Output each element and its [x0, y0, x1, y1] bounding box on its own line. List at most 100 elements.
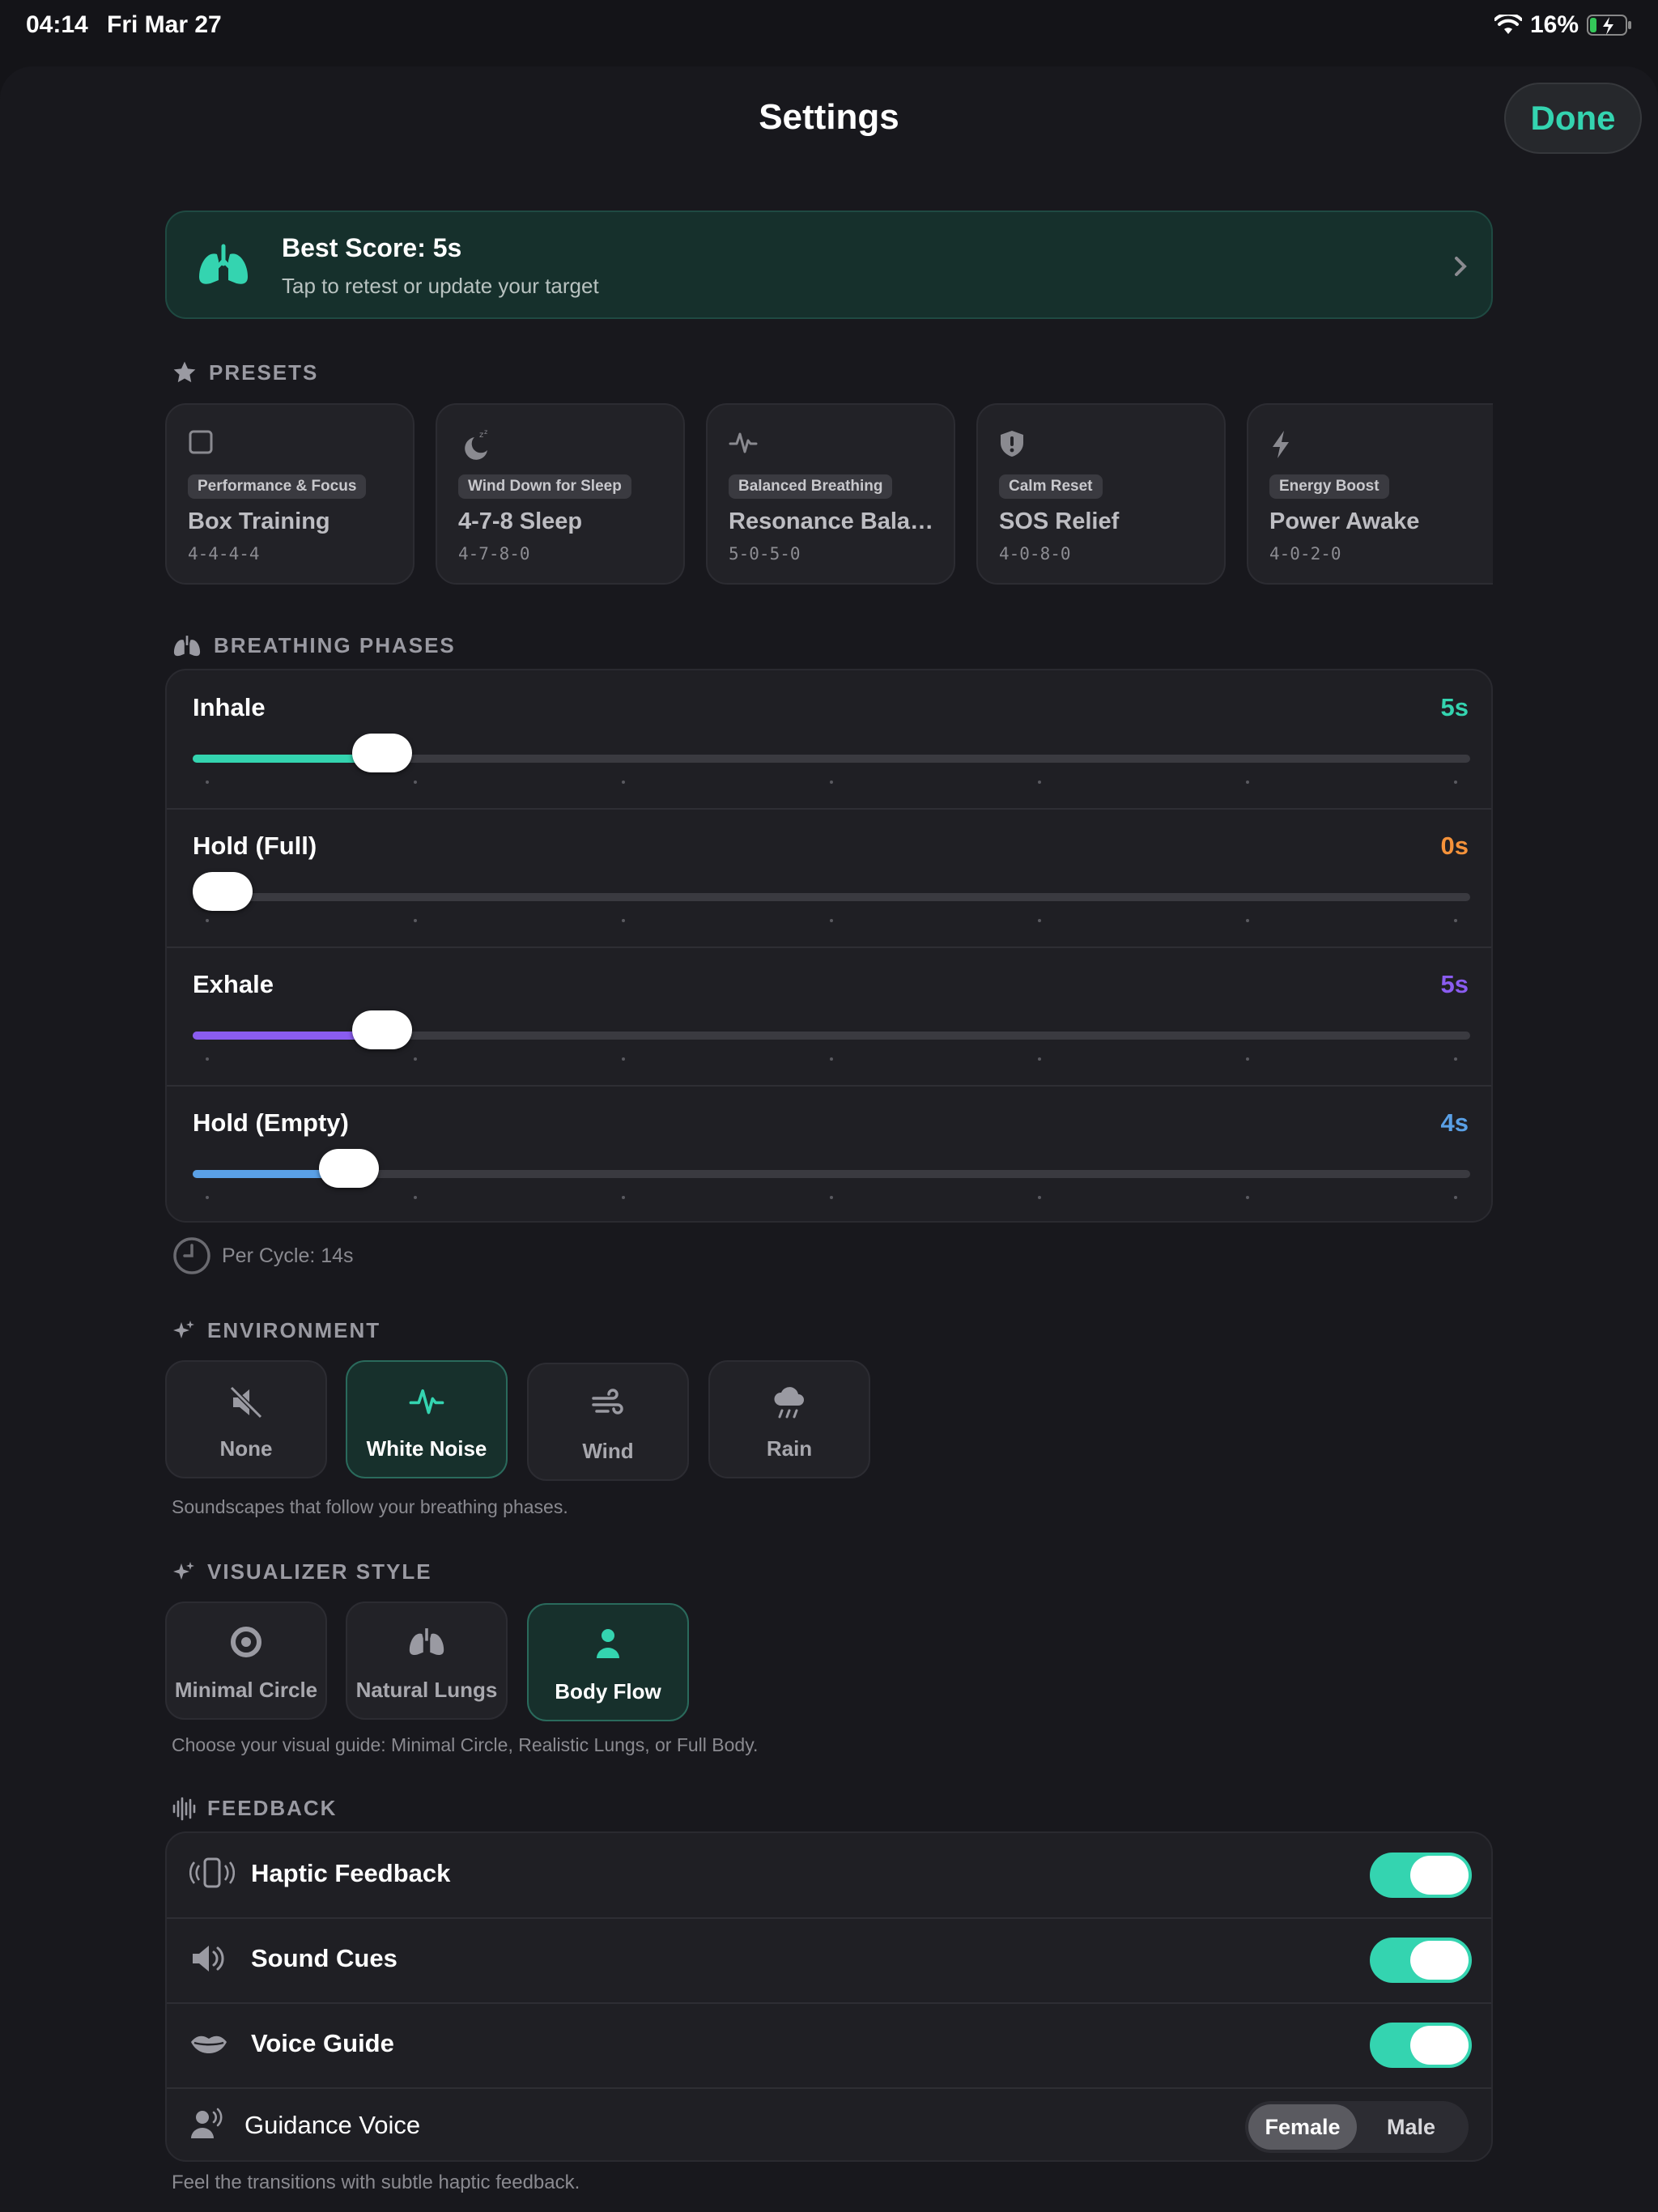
phase-inhale: Inhale 5s	[167, 670, 1491, 808]
slider-thumb[interactable]	[352, 734, 413, 772]
slider-ticks	[193, 1196, 1470, 1201]
slider-tick	[206, 781, 209, 784]
preset-resonance-balance[interactable]: Balanced Breathing Resonance Bala… 5-0-5…	[706, 403, 955, 585]
toggle-knob	[1410, 2026, 1469, 2065]
guidance-voice-segmented-control: Female Male	[1245, 2101, 1469, 2153]
bolt-icon	[1273, 431, 1289, 458]
status-time: 04:14	[26, 11, 88, 38]
preset-name: Power Awake	[1269, 508, 1420, 534]
lungs-icon	[199, 244, 248, 284]
visualizer-hint: Choose your visual guide: Minimal Circle…	[172, 1734, 759, 1755]
wind-icon	[592, 1389, 623, 1414]
exhale-slider[interactable]	[193, 1010, 1470, 1049]
sparkle-icon	[173, 1561, 194, 1580]
guidance-voice-label: Guidance Voice	[244, 2111, 421, 2139]
best-score-banner[interactable]: Best Score: 5s Tap to retest or update y…	[165, 211, 1493, 319]
phone-vibrate-icon	[189, 1857, 235, 1888]
slider-tick	[1038, 1196, 1041, 1199]
preset-pattern: 4-0-2-0	[1269, 544, 1341, 564]
visualizer-heading-label: VISUALIZER STYLE	[207, 1559, 432, 1584]
feedback-heading: FEEDBACK	[172, 1796, 337, 1821]
phase-hold-full: Hold (Full) 0s	[167, 809, 1491, 946]
slider-tick	[622, 919, 625, 922]
env-option-rain[interactable]: Rain	[708, 1360, 870, 1478]
phase-value: 5s	[1440, 970, 1469, 998]
slider-tick	[206, 1057, 209, 1061]
phase-label: Hold (Empty)	[193, 1108, 349, 1137]
slider-tick	[206, 919, 209, 922]
haptic-feedback-toggle[interactable]	[1370, 1853, 1472, 1898]
sound-cues-toggle[interactable]	[1370, 1938, 1472, 1983]
phase-label: Exhale	[193, 970, 274, 998]
preset-box-training[interactable]: Performance & Focus Box Training 4-4-4-4	[165, 403, 414, 585]
visualizer-option-minimal-circle[interactable]: Minimal Circle	[165, 1602, 327, 1720]
presets-heading-label: PRESETS	[209, 359, 319, 385]
presets-heading: PRESETS	[172, 359, 318, 385]
breathing-phases-card: Inhale 5s Hold (Full) 0s Exhale 5s Hold …	[165, 669, 1493, 1223]
voice-guide-row: Voice Guide	[167, 2003, 1491, 2087]
clock-icon	[173, 1237, 210, 1274]
chevron-right-icon	[1455, 257, 1467, 276]
slider-tick	[622, 1057, 625, 1061]
square-icon	[189, 430, 213, 454]
preset-pattern: 4-7-8-0	[458, 544, 530, 564]
lungs-icon	[409, 1628, 444, 1656]
speaker-wave-icon	[193, 1946, 224, 1972]
slider-tick	[1454, 1196, 1457, 1199]
preset-power-awake[interactable]: Energy Boost Power Awake 4-0-2-0	[1247, 403, 1493, 585]
hold-empty-slider[interactable]	[193, 1149, 1470, 1188]
slider-tick	[206, 1196, 209, 1199]
waveform-icon	[729, 432, 758, 453]
lungs-icon	[173, 635, 201, 656]
voice-option-female[interactable]: Female	[1248, 2104, 1357, 2150]
visualizer-option-label: Natural Lungs	[355, 1678, 498, 1702]
preset-pattern: 4-4-4-4	[188, 544, 260, 564]
slider-thumb[interactable]	[352, 1010, 413, 1049]
waveform-bars-icon	[172, 1797, 196, 1820]
feedback-card: Haptic Feedback Sound Cues Voice Guide G…	[165, 1831, 1493, 2162]
slider-tick	[1246, 1057, 1249, 1061]
slider-tick	[1038, 919, 1041, 922]
toggle-knob	[1410, 1941, 1469, 1980]
slider-ticks	[193, 1057, 1470, 1062]
person-icon	[597, 1629, 619, 1658]
slider-thumb[interactable]	[193, 872, 253, 911]
preset-category: Energy Boost	[1269, 474, 1389, 499]
slider-tick	[414, 919, 417, 922]
environment-heading-label: ENVIRONMENT	[207, 1318, 381, 1342]
slider-tick	[830, 1196, 833, 1199]
voice-option-male[interactable]: Male	[1357, 2104, 1465, 2150]
person-speaking-icon	[191, 2108, 223, 2138]
visualizer-option-natural-lungs[interactable]: Natural Lungs	[346, 1602, 508, 1720]
per-cycle-label: Per Cycle: 14s	[222, 1244, 354, 1267]
cloud-rain-icon	[774, 1387, 804, 1419]
preset-category: Balanced Breathing	[729, 474, 893, 499]
haptic-feedback-row: Haptic Feedback	[167, 1833, 1491, 1917]
slider-tick	[414, 1196, 417, 1199]
env-option-wind[interactable]: Wind	[527, 1363, 689, 1481]
slider-tick	[622, 781, 625, 784]
hold-full-slider[interactable]	[193, 872, 1470, 911]
status-date: Fri Mar 27	[107, 11, 222, 38]
env-option-none[interactable]: None	[165, 1360, 327, 1478]
slider-tick	[1246, 919, 1249, 922]
star-icon	[173, 361, 196, 383]
battery-percent: 16%	[1529, 11, 1579, 38]
preset-sos-relief[interactable]: Calm Reset SOS Relief 4-0-8-0	[976, 403, 1226, 585]
env-option-white-noise[interactable]: White Noise	[346, 1360, 508, 1478]
visualizer-option-body-flow[interactable]: Body Flow	[527, 1603, 689, 1721]
sparkle-icon	[173, 1320, 194, 1338]
lips-icon	[191, 2035, 227, 2053]
preset-name: SOS Relief	[999, 508, 1120, 534]
shield-icon	[1001, 431, 1023, 457]
best-score-title: Best Score: 5s	[282, 233, 462, 262]
phase-value: 0s	[1440, 832, 1469, 860]
feedback-hint: Feel the transitions with subtle haptic …	[172, 2172, 580, 2193]
inhale-slider[interactable]	[193, 734, 1470, 772]
slider-thumb[interactable]	[319, 1149, 380, 1188]
environment-heading: ENVIRONMENT	[172, 1318, 380, 1343]
done-button[interactable]: Done	[1504, 83, 1642, 154]
voice-guide-toggle[interactable]	[1370, 2023, 1472, 2068]
preset-478-sleep[interactable]: zz Wind Down for Sleep 4-7-8 Sleep 4-7-8…	[436, 403, 685, 585]
phase-exhale: Exhale 5s	[167, 947, 1491, 1085]
